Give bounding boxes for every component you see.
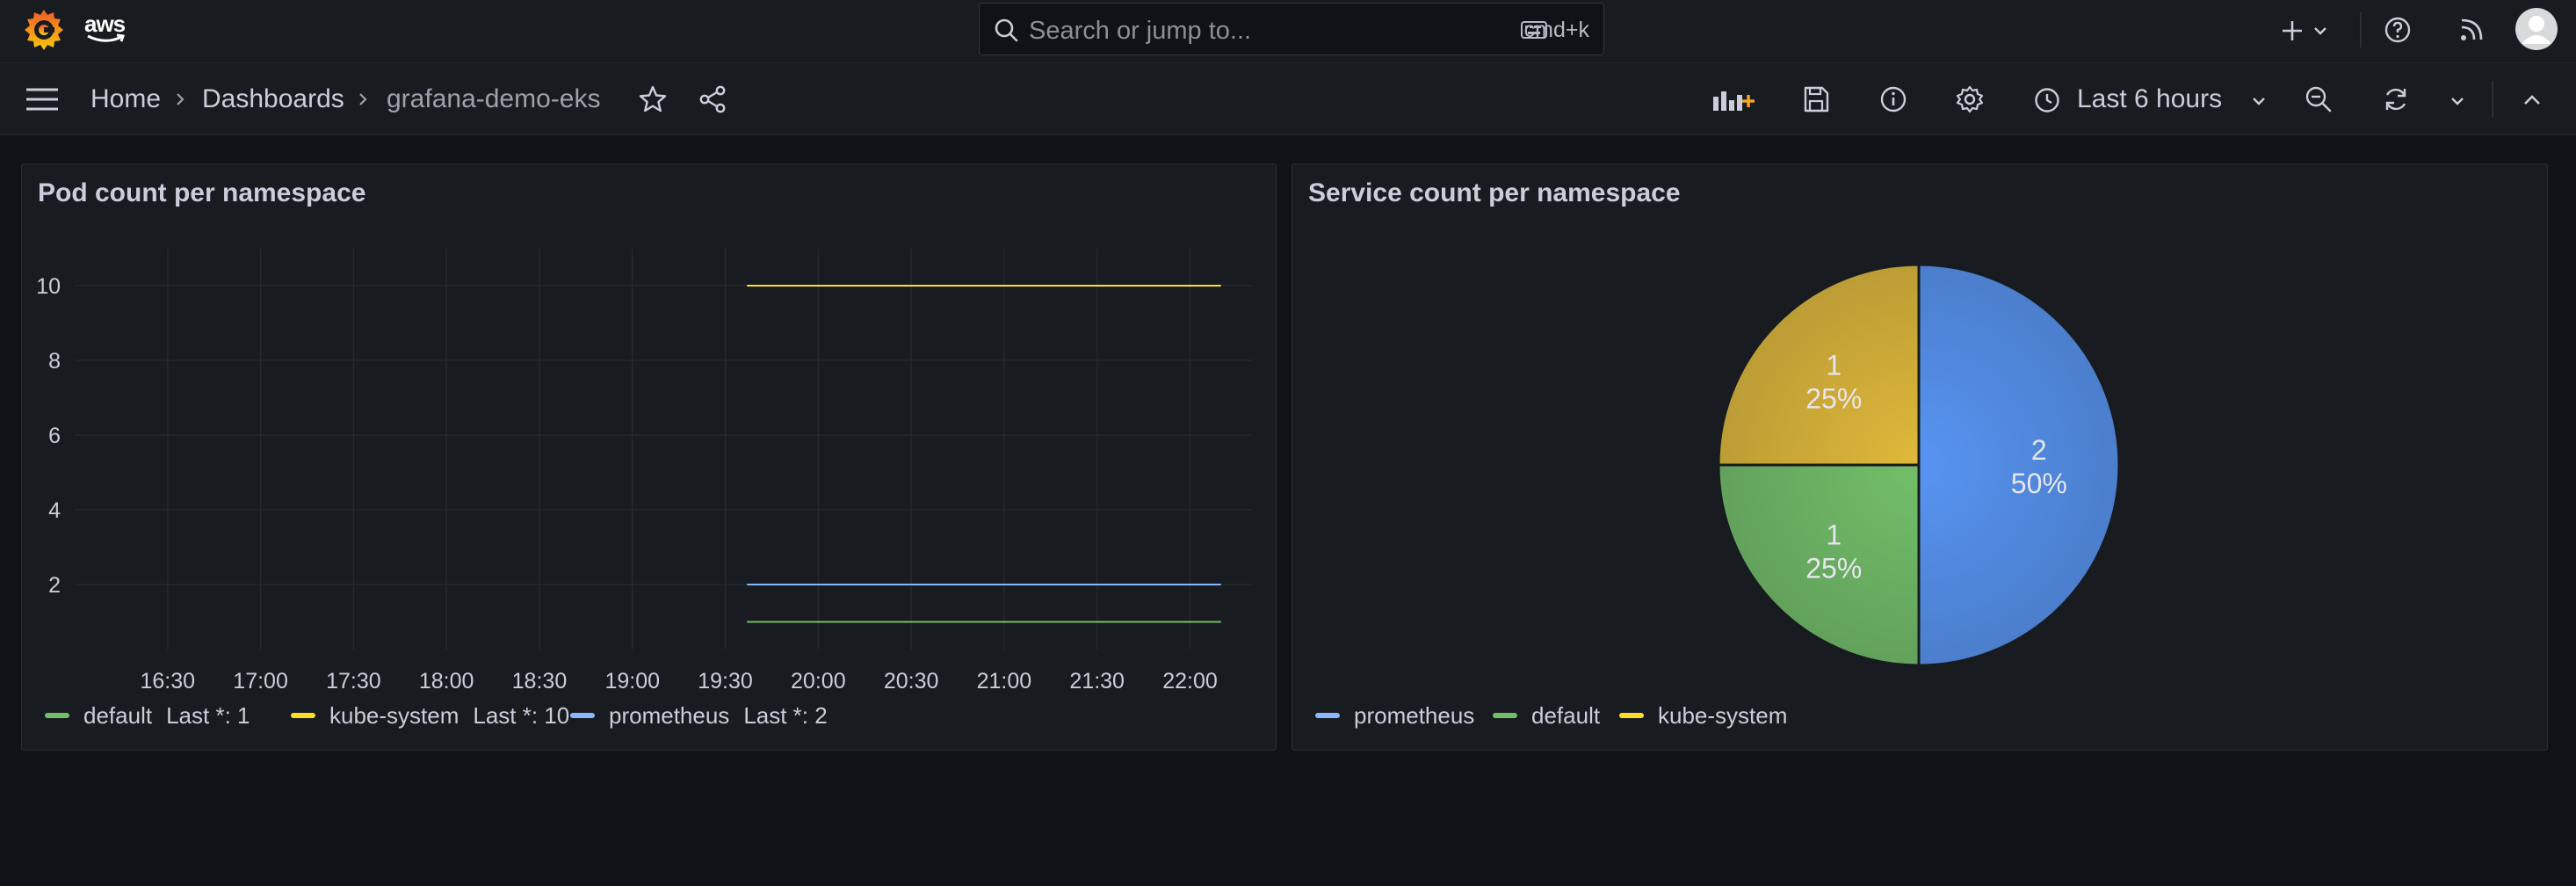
search-icon: [995, 18, 1018, 42]
legend-swatch: [1315, 713, 1340, 719]
user-avatar-icon[interactable]: [2514, 7, 2558, 51]
menu-icon[interactable]: [25, 85, 60, 113]
legend-item-prometheus[interactable]: prometheus: [1315, 702, 1474, 730]
legend-item-kube-system[interactable]: kube-system: [1619, 702, 1787, 730]
pie-value-label: 1: [1826, 349, 1842, 381]
x-tick-label: 18:00: [419, 669, 474, 694]
divider: [2360, 12, 2362, 47]
time-range-picker[interactable]: Last 6 hours: [2077, 84, 2222, 114]
chevron-right-icon: [359, 93, 367, 105]
grafana-logo-icon[interactable]: [21, 7, 67, 53]
legend-stat: Last *: 10: [473, 702, 570, 729]
legend-label: kube-system: [1658, 702, 1788, 729]
x-tick-label: 20:00: [791, 669, 846, 694]
y-tick-label: 2: [48, 573, 61, 598]
top-bar: aws Search or jump to... cmd+k: [0, 0, 2576, 63]
legend-stat: Last *: 1: [166, 702, 250, 729]
legend-swatch: [291, 713, 315, 719]
pie-percent-label: 50%: [2011, 468, 2067, 499]
info-icon[interactable]: [1878, 84, 1908, 114]
save-icon[interactable]: [1801, 84, 1831, 114]
pie-slice-kube-system[interactable]: [1717, 263, 1921, 467]
star-icon[interactable]: [638, 84, 668, 114]
legend-swatch: [1619, 713, 1644, 719]
legend-item-default[interactable]: default: [1493, 702, 1600, 730]
x-tick-label: 19:00: [604, 669, 660, 694]
pie-value-label: 2: [2031, 434, 2047, 466]
aws-smile-icon: [87, 33, 125, 42]
share-icon[interactable]: [698, 84, 727, 114]
pie-chart[interactable]: 250%125%125%: [1292, 164, 2549, 701]
x-tick-label: 20:30: [884, 669, 939, 694]
clock-icon: [2035, 88, 2059, 113]
timeseries-chart[interactable]: 2 4 6 8 10 16:30 17:00 17:30 18:00 18:30 19:00 19:3…: [22, 164, 1277, 701]
legend-swatch: [1493, 713, 1517, 719]
pie-percent-label: 25%: [1805, 382, 1862, 414]
pie-percent-label: 25%: [1805, 553, 1862, 585]
x-tick-label: 17:30: [326, 669, 381, 694]
dashboard-nav-bar: Home Dashboards grafana-demo-eks Last 6 …: [0, 63, 2576, 135]
x-tick-label: 17:00: [233, 669, 288, 694]
y-tick-label: 4: [48, 498, 61, 523]
x-tick-label: 18:30: [512, 669, 568, 694]
search-shortcut: cmd+k: [1523, 18, 1589, 42]
legend-item-prometheus[interactable]: prometheus Last *: 2: [570, 702, 828, 730]
legend-label: default: [1531, 702, 1601, 729]
x-tick-label: 19:30: [698, 669, 753, 694]
breadcrumb-home[interactable]: Home: [90, 84, 161, 114]
legend-item-kube-system[interactable]: kube-system Last *: 10: [291, 702, 569, 730]
legend-item-default[interactable]: default Last *: 1: [45, 702, 250, 730]
add-panel-icon[interactable]: [1711, 84, 1757, 114]
chevron-down-icon[interactable]: [2449, 93, 2465, 109]
panel-service-count[interactable]: Service count per namespace 2 50% 1 25% 1 25%…: [1292, 163, 2548, 751]
x-tick-label: 21:30: [1069, 669, 1125, 694]
chevron-right-icon: [177, 93, 185, 105]
search-bar[interactable]: Search or jump to... cmd+k: [979, 3, 1604, 55]
panel-pod-count[interactable]: Pod count per namespace 2 4 6 8 10 16:30 17:00…: [21, 163, 1277, 751]
plus-icon[interactable]: [2279, 18, 2305, 44]
zoom-out-icon[interactable]: [2304, 84, 2334, 114]
aws-logo: aws: [84, 9, 128, 44]
pie-slice-prometheus[interactable]: [1917, 263, 2121, 667]
legend-swatch: [45, 713, 69, 719]
legend-label: default: [83, 702, 153, 729]
chevron-down-icon[interactable]: [2312, 23, 2328, 39]
x-tick-label: 21:00: [977, 669, 1032, 694]
y-tick-label: 6: [48, 424, 61, 448]
chevron-down-icon[interactable]: [2251, 93, 2267, 109]
legend-label: prometheus: [609, 702, 730, 729]
y-tick-label: 10: [36, 274, 61, 299]
x-tick-label: 16:30: [141, 669, 196, 694]
gear-icon[interactable]: [1955, 84, 1985, 114]
legend-label: kube-system: [329, 702, 459, 729]
refresh-icon[interactable]: [2381, 84, 2411, 114]
legend-swatch: [570, 713, 595, 719]
legend-label: prometheus: [1354, 702, 1475, 729]
breadcrumb-current-dashboard: grafana-demo-eks: [387, 84, 601, 113]
breadcrumb-dashboards[interactable]: Dashboards: [202, 84, 344, 114]
help-icon[interactable]: [2383, 15, 2413, 45]
news-rss-icon[interactable]: [2457, 15, 2486, 45]
chevron-up-icon[interactable]: [2522, 90, 2543, 111]
x-tick-label: 22:00: [1162, 669, 1218, 694]
legend-stat: Last *: 2: [743, 702, 828, 729]
pie-value-label: 1: [1826, 519, 1842, 551]
divider: [2492, 81, 2493, 118]
y-tick-label: 8: [48, 349, 61, 374]
search-placeholder: Search or jump to...: [1029, 17, 1252, 45]
